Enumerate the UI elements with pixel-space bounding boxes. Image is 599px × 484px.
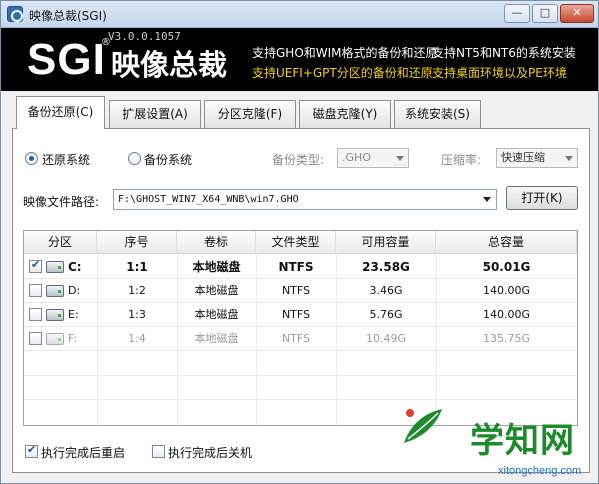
image-path-label: 映像文件路径:: [23, 195, 100, 209]
hard-disk-icon: [46, 285, 64, 297]
tab-backup-restore[interactable]: 备份还原(C): [16, 96, 105, 129]
chevron-down-icon: [396, 156, 404, 161]
logo-sgi: SGI: [27, 35, 106, 84]
cell-index: 1:1: [126, 260, 148, 274]
column-header-filesystem[interactable]: 文件类型: [256, 231, 336, 254]
compression-value: 快速压缩: [501, 151, 545, 164]
cell-index: 1:3: [128, 308, 146, 321]
watermark-url: xitongcheng.com: [498, 465, 582, 477]
cell-partition: D:: [68, 284, 81, 297]
feature-uefi-gpt: 支持UEFI+GPT分区的备份和还原: [252, 66, 433, 80]
chevron-down-icon: [565, 156, 573, 161]
column-header-index[interactable]: 序号: [97, 231, 177, 254]
cell-total: 50.01G: [482, 260, 531, 274]
cell-free: 3.46G: [369, 284, 403, 297]
tab-partition-clone[interactable]: 分区克隆(F): [204, 100, 296, 128]
column-header-partition[interactable]: 分区: [24, 231, 97, 254]
logo-chinese-name: 映像总裁: [111, 48, 228, 82]
shutdown-label[interactable]: 执行完成后关机: [168, 444, 252, 461]
leaf-logo-icon: [404, 409, 442, 443]
reboot-label[interactable]: 执行完成后重启: [41, 444, 125, 461]
grid-line: [24, 375, 577, 376]
cell-label: 本地磁盘: [192, 260, 241, 274]
backup-type-select[interactable]: .GHO: [337, 148, 409, 168]
row-checkbox[interactable]: [29, 258, 42, 273]
maximize-button[interactable]: □: [532, 4, 558, 23]
hard-disk-icon: [46, 333, 64, 345]
column-header-label[interactable]: 卷标: [177, 231, 256, 254]
backup-label[interactable]: 备份系统: [144, 151, 192, 168]
watermark-text: 学知网: [470, 421, 575, 461]
partition-table: 分区 序号 卷标 文件类型 可用容量 总容量 C: 1:1 本地磁盘 NTFS …: [23, 230, 578, 426]
feature-nt5-nt6: 支持NT5和NT6的系统安装: [432, 46, 576, 60]
site-watermark: 学知网 xitongcheng.com: [386, 401, 598, 483]
cell-total: 135.75G: [482, 332, 530, 345]
hard-disk-icon: [46, 309, 64, 321]
cell-partition: F:: [68, 332, 78, 345]
tab-system-install[interactable]: 系统安装(S): [394, 100, 481, 128]
compression-select[interactable]: 快速压缩: [496, 148, 578, 168]
hard-disk-icon: [46, 261, 64, 273]
app-window: 映像总裁(SGI) — □ ✕ SGI ® V3.0.0.1057 映像总裁 支…: [0, 0, 599, 484]
backup-type-value: .GHO: [342, 151, 371, 164]
row-checkbox[interactable]: [29, 308, 42, 321]
cell-filesystem: NTFS: [281, 308, 311, 321]
table-row[interactable]: D: 1:2 本地磁盘 NTFS 3.46G 140.00G: [24, 279, 577, 303]
cell-label: 本地磁盘: [194, 332, 239, 345]
tab-extended-settings[interactable]: 扩展设置(A): [109, 100, 201, 128]
open-button[interactable]: 打开(K): [506, 186, 578, 210]
cell-partition: E:: [68, 308, 79, 321]
table-row[interactable]: C: 1:1 本地磁盘 NTFS 23.58G 50.01G: [24, 255, 577, 279]
cell-filesystem: NTFS: [281, 284, 311, 297]
row-checkbox[interactable]: [29, 332, 42, 345]
app-icon: [7, 6, 23, 22]
table-header: 分区 序号 卷标 文件类型 可用容量 总容量: [24, 231, 577, 254]
chevron-down-icon: [483, 197, 491, 202]
cell-label: 本地磁盘: [194, 308, 239, 321]
tab-disk-clone[interactable]: 磁盘克隆(Y): [299, 100, 391, 128]
cell-free: 23.58G: [362, 260, 410, 274]
cell-partition: C:: [68, 260, 82, 274]
header-banner: SGI ® V3.0.0.1057 映像总裁 支持GHO和WIM格式的备份和还原…: [1, 28, 598, 91]
cell-index: 1:4: [128, 332, 146, 345]
restore-radio[interactable]: [25, 152, 38, 165]
backup-type-label: 备份类型:: [272, 153, 325, 167]
compression-label: 压缩率:: [441, 153, 482, 167]
row-checkbox[interactable]: [29, 284, 42, 297]
column-header-free[interactable]: 可用容量: [336, 231, 436, 254]
feature-gho-wim: 支持GHO和WIM格式的备份和还原: [252, 46, 438, 60]
table-row[interactable]: E: 1:3 本地磁盘 NTFS 5.76G 140.00G: [24, 303, 577, 327]
table-row[interactable]: F: 1:4 本地磁盘 NTFS 10.49G 135.75G: [24, 327, 577, 351]
reboot-checkbox[interactable]: [25, 443, 38, 458]
cell-free: 10.49G: [365, 332, 406, 345]
image-path-input[interactable]: F:\GHOST_WIN7_X64_WNB\win7.GHO: [113, 189, 497, 210]
grid-line: [24, 399, 577, 400]
restore-label[interactable]: 还原系统: [42, 151, 90, 168]
backup-radio[interactable]: [128, 152, 141, 165]
cell-free: 5.76G: [369, 308, 403, 321]
feature-desktop-pe: 支持桌面环境以及PE环境: [432, 66, 567, 80]
cell-label: 本地磁盘: [194, 284, 239, 297]
shutdown-checkbox[interactable]: [152, 445, 165, 458]
close-button[interactable]: ✕: [560, 4, 594, 23]
image-path-value: F:\GHOST_WIN7_X64_WNB\win7.GHO: [118, 194, 299, 205]
cell-total: 140.00G: [482, 308, 530, 321]
cell-total: 140.00G: [482, 284, 530, 297]
title-bar: 映像总裁(SGI) — □ ✕: [1, 1, 598, 28]
cell-filesystem: NTFS: [278, 260, 314, 274]
column-header-total[interactable]: 总容量: [436, 231, 577, 254]
cell-index: 1:2: [128, 284, 146, 297]
cell-filesystem: NTFS: [281, 332, 311, 345]
window-title: 映像总裁(SGI): [29, 9, 107, 23]
minimize-button[interactable]: —: [504, 4, 530, 23]
